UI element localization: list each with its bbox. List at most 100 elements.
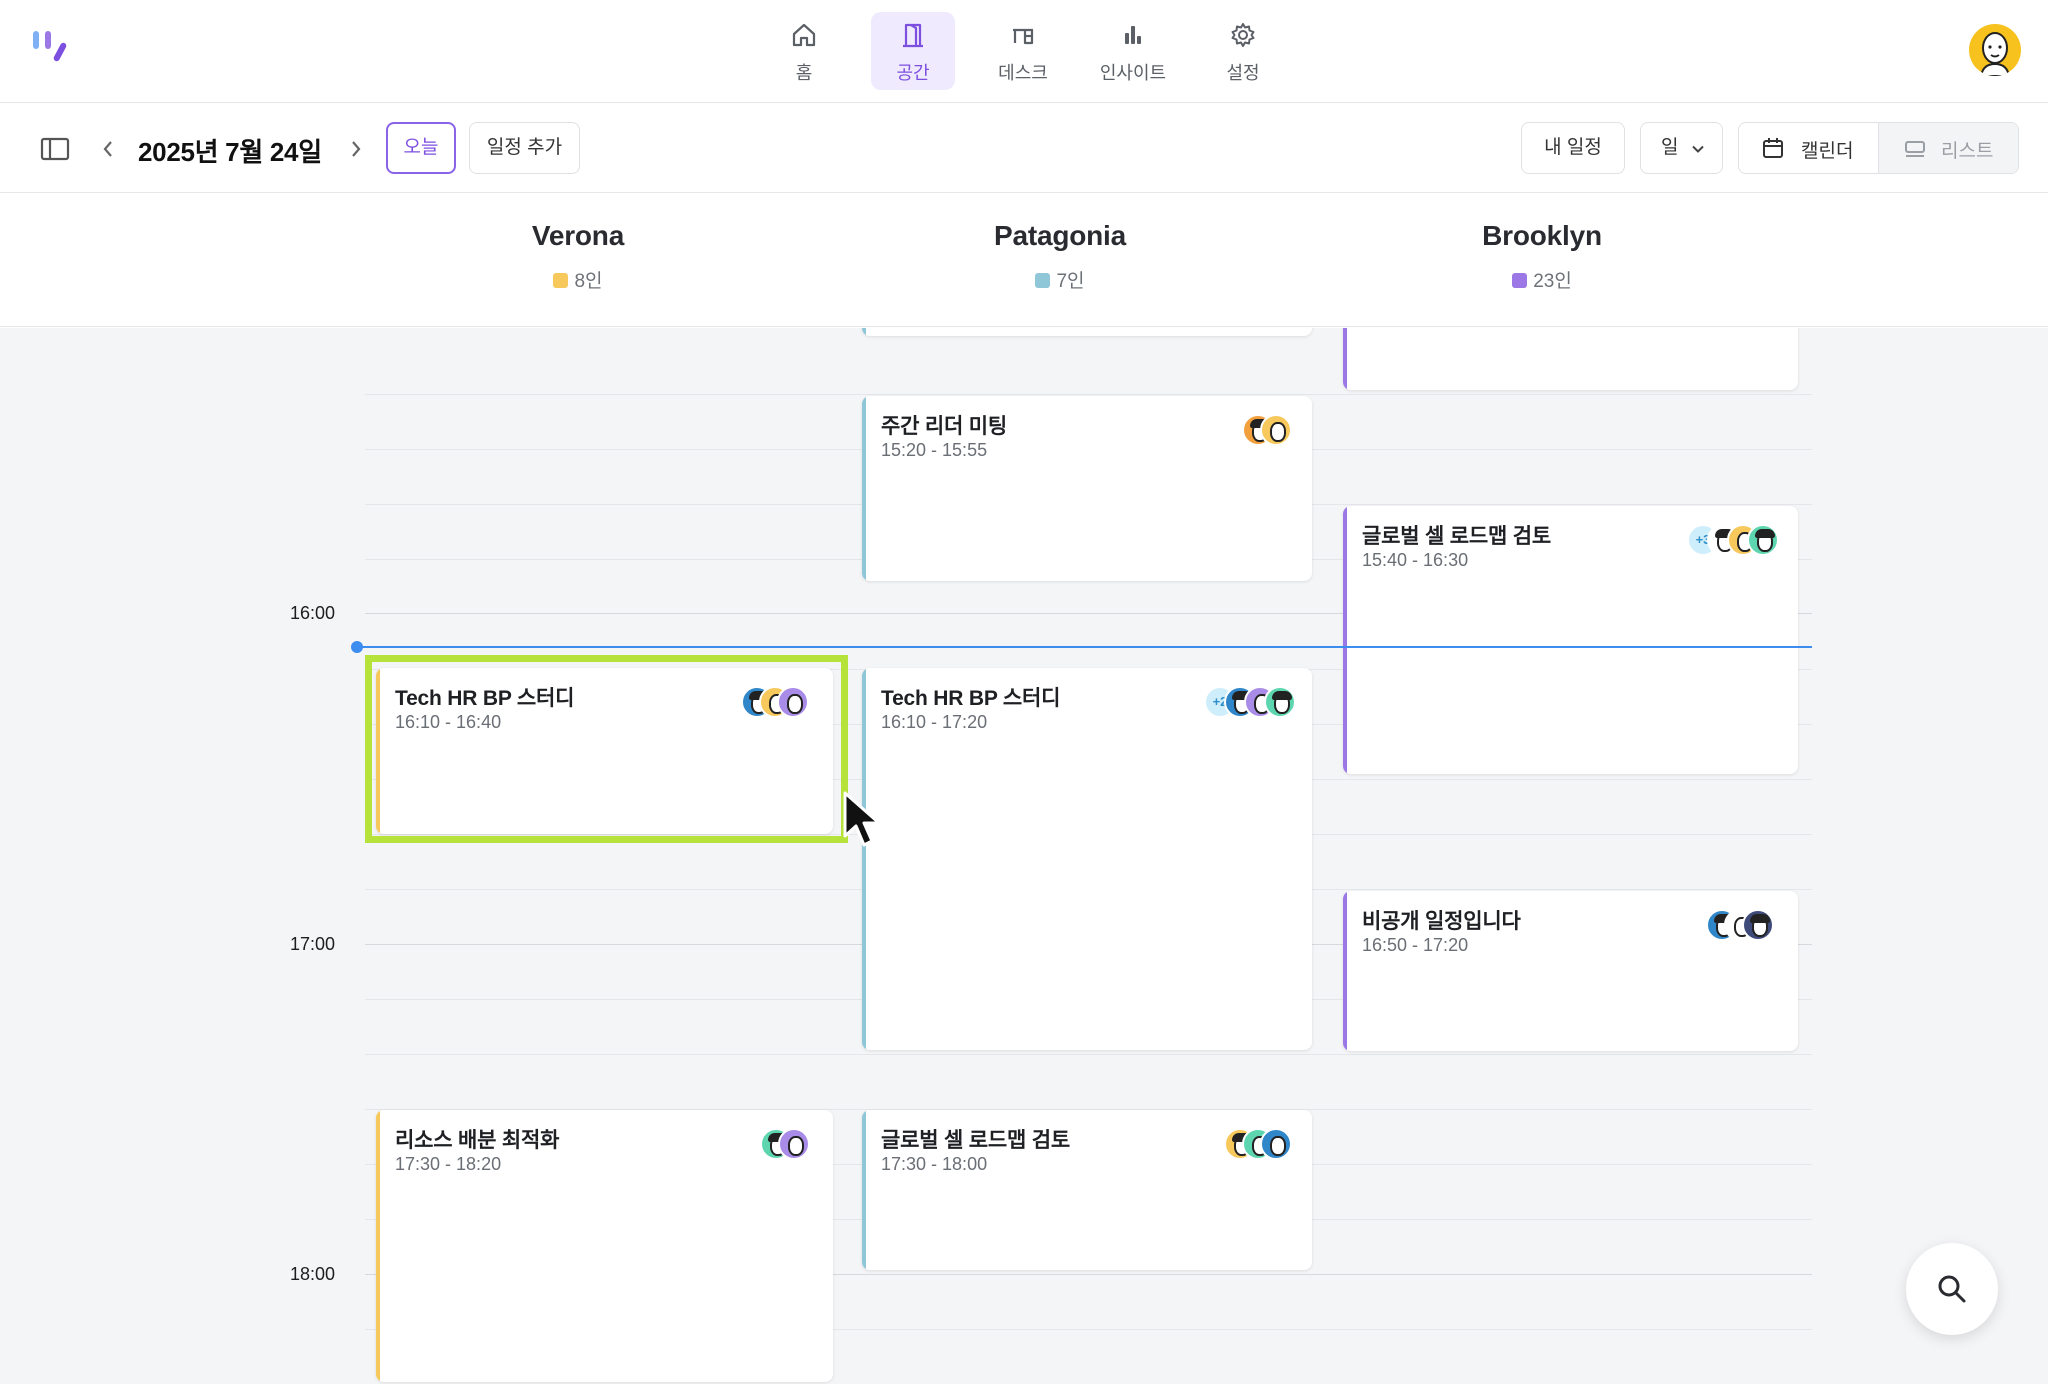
door-icon: [903, 23, 923, 48]
time-label: 17:00: [290, 934, 336, 954]
room-capacity-wrap: 23인: [1392, 266, 1692, 293]
current-date-title: 2025년 7월 24일: [138, 137, 322, 167]
event-time: 17:30 - 18:20: [395, 1154, 502, 1174]
room-name: Patagonia: [993, 220, 1126, 251]
event-card[interactable]: 글로벌 셀 로드맵 검토 15:40 - 16:30 +3: [1343, 506, 1798, 774]
event-card-partial[interactable]: [1343, 328, 1798, 390]
event-card[interactable]: 주간 리더 미팅 15:20 - 15:55: [862, 396, 1312, 581]
nav-item-settings[interactable]: 설정: [1201, 12, 1285, 90]
attendee-avatars[interactable]: +2: [1204, 686, 1300, 720]
mouse-cursor-icon: [843, 791, 881, 847]
event-time: 17:30 - 18:00: [881, 1154, 988, 1174]
grid-line: [365, 1054, 1812, 1055]
attendee-avatar: [1747, 524, 1779, 556]
attendee-avatars[interactable]: +3: [1687, 524, 1783, 558]
room-column-patagonia[interactable]: Patagonia 7인: [910, 220, 1210, 293]
event-title: 주간 리더 미팅: [881, 415, 1007, 438]
event-room-color-bar: [862, 1110, 866, 1270]
search-fab-button[interactable]: [1906, 1243, 1998, 1335]
event-time: 15:40 - 16:30: [1362, 550, 1469, 570]
event-time: 16:10 - 17:20: [881, 712, 988, 732]
room-capacity-wrap: 7인: [910, 266, 1210, 293]
nav-label-space: 공간: [896, 63, 930, 83]
room-capacity-wrap: 8인: [428, 266, 728, 293]
event-card[interactable]: Tech HR BP 스터디 16:10 - 17:20 +2: [862, 668, 1312, 1050]
calendar-view-label: 캘린더: [1801, 141, 1854, 162]
list-view-icon: [1905, 141, 1925, 157]
event-card[interactable]: 비공개 일정입니다 16:50 - 17:20: [1343, 891, 1798, 1051]
event-card[interactable]: 글로벌 셀 로드맵 검토 17:30 - 18:00: [862, 1110, 1312, 1270]
attendee-avatar: [1264, 686, 1296, 718]
nav-item-desk[interactable]: 데스크: [981, 12, 1065, 90]
current-time-dot: [351, 641, 363, 653]
event-room-color-bar: [862, 668, 866, 1050]
event-title: 비공개 일정입니다: [1362, 910, 1521, 933]
room-column-brooklyn[interactable]: Brooklyn 23인: [1392, 220, 1692, 293]
view-range-value: 일: [1661, 137, 1679, 158]
room-color-swatch: [1035, 273, 1051, 288]
desk-icon: [1013, 28, 1034, 45]
top-navigation-bar: 홈 공간 데스크 인사이트 설정: [0, 0, 2048, 103]
calendar-view-button[interactable]: 캘린더: [1739, 123, 1878, 173]
chevron-right-icon[interactable]: [348, 138, 364, 160]
user-avatar[interactable]: [1969, 24, 2021, 76]
event-title: Tech HR BP 스터디: [881, 687, 1061, 710]
room-capacity: 8인: [574, 271, 603, 292]
event-room-color-bar: [1343, 891, 1347, 1051]
sidebar-toggle-icon[interactable]: [40, 136, 70, 162]
current-time-line: [357, 646, 1812, 648]
gear-icon: [1231, 23, 1255, 47]
list-view-label: 리스트: [1941, 141, 1994, 162]
event-card[interactable]: 리소스 배분 최적화 17:30 - 18:20: [376, 1110, 833, 1382]
calendar-toolbar: 2025년 7월 24일 오늘 일정 추가 내 일정 일 캘린더 리스트: [0, 104, 2048, 193]
room-column-verona[interactable]: Verona 8인: [428, 220, 728, 293]
nav-item-home[interactable]: 홈: [762, 12, 846, 90]
nav-label-desk: 데스크: [998, 63, 1048, 83]
add-schedule-button[interactable]: 일정 추가: [469, 122, 580, 174]
room-capacity: 7인: [1056, 271, 1085, 292]
room-header: Verona 8인 Patagonia 7인 Brooklyn 23인: [0, 194, 2048, 327]
event-room-color-bar: [862, 396, 866, 581]
time-label: 16:00: [290, 603, 336, 623]
event-card-partial[interactable]: [862, 328, 1312, 336]
grid-line: [365, 394, 1812, 395]
home-icon: [792, 23, 816, 47]
nav-label-insight: 인사이트: [1099, 63, 1167, 83]
time-grid[interactable]: 16:00 17:00 18:00 주간 리더 미팅 15:20 - 15:55…: [0, 328, 2048, 1384]
event-time: 16:50 - 17:20: [1362, 935, 1469, 955]
attendee-avatar: [1260, 1128, 1292, 1160]
event-title: 글로벌 셀 로드맵 검토: [1362, 525, 1551, 548]
main-nav: 홈 공간 데스크 인사이트 설정: [0, 12, 2048, 92]
room-color-swatch: [553, 273, 569, 288]
room-color-swatch: [1512, 273, 1528, 288]
my-schedule-button[interactable]: 내 일정: [1521, 122, 1625, 174]
avatar-illustration-icon: [1979, 32, 2011, 76]
attendee-avatars[interactable]: [1224, 1128, 1296, 1162]
event-title: 리소스 배분 최적화: [395, 1129, 560, 1152]
list-view-button[interactable]: 리스트: [1878, 123, 2018, 173]
view-range-select[interactable]: 일: [1640, 122, 1723, 174]
event-room-color-bar: [862, 328, 866, 336]
time-label: 18:00: [290, 1264, 336, 1284]
event-room-color-bar: [376, 1110, 380, 1382]
room-name: Verona: [531, 220, 625, 251]
event-room-color-bar: [1343, 328, 1347, 390]
attendee-avatar: [778, 1128, 810, 1160]
room-name: Brooklyn: [1482, 220, 1602, 251]
attendee-avatar: [1742, 909, 1774, 941]
nav-item-space[interactable]: 공간: [871, 12, 955, 90]
attendee-avatars[interactable]: [760, 1128, 816, 1162]
selection-highlight: [365, 655, 848, 843]
today-button[interactable]: 오늘: [386, 122, 456, 174]
event-time: 15:20 - 15:55: [881, 440, 988, 460]
attendee-avatars[interactable]: [1706, 909, 1778, 943]
nav-item-insight[interactable]: 인사이트: [1091, 12, 1175, 90]
chevron-left-icon[interactable]: [100, 138, 116, 160]
event-room-color-bar: [1343, 506, 1347, 774]
nav-label-home: 홈: [795, 63, 813, 83]
room-capacity: 23인: [1533, 271, 1572, 292]
chevron-down-icon: [1692, 145, 1704, 153]
calendar-icon: [1763, 138, 1783, 158]
attendee-avatar: [1260, 414, 1292, 446]
attendee-avatars[interactable]: [1242, 414, 1302, 448]
